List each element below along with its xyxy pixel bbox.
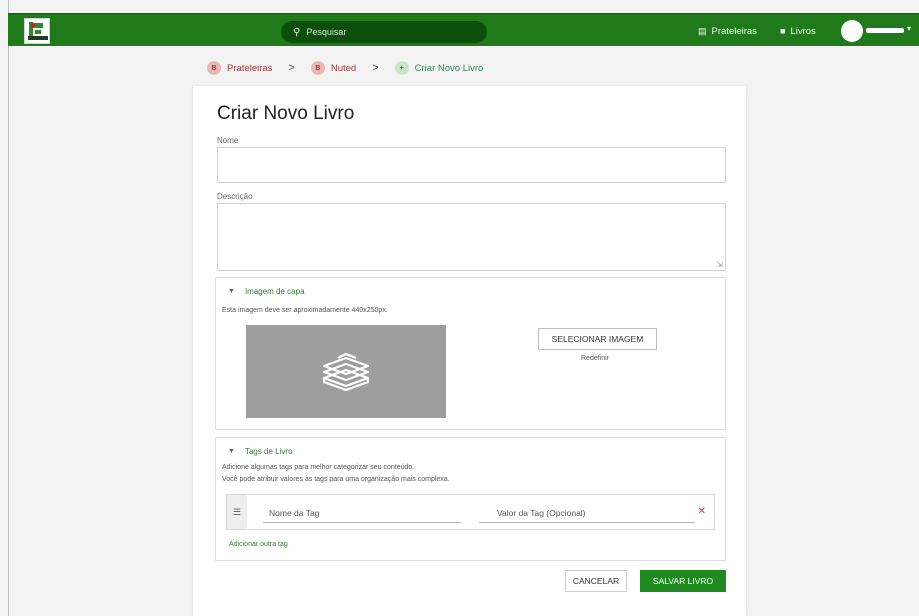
search-icon: ⚲ — [293, 26, 301, 38]
book-tags-toggle[interactable]: ▼ Tags de Livro — [228, 447, 293, 456]
search-input[interactable] — [306, 27, 477, 37]
top-header: ⚲ ▤ Prateleiras ■ Livros ▾ — [8, 13, 919, 46]
breadcrumb: B Prateleiras > B Nuted > + Criar Novo L… — [207, 58, 483, 78]
cover-image-toggle[interactable]: ▼ Imagem de capa — [228, 287, 305, 296]
shelves-badge-icon: B — [207, 61, 221, 75]
nav-books-label: Livros — [790, 25, 816, 37]
add-another-tag-link[interactable]: Adicionar outra tag — [229, 541, 288, 548]
resize-handle-icon[interactable]: ⇲ — [716, 260, 723, 269]
breadcrumb-shelves-label: Prateleiras — [227, 62, 273, 74]
user-avatar[interactable] — [841, 20, 863, 42]
nav-shelves-label: Prateleiras — [711, 25, 757, 37]
add-badge-icon: + — [394, 61, 409, 75]
breadcrumb-nuted-label: Nuted — [330, 62, 357, 74]
page-title: Criar Novo Livro — [217, 103, 355, 124]
search-bar[interactable]: ⚲ — [281, 21, 487, 43]
breadcrumb-separator: > — [288, 62, 295, 74]
user-name-redacted[interactable] — [866, 28, 904, 33]
name-field[interactable] — [217, 147, 726, 183]
shelves-icon: ▤ — [698, 25, 707, 36]
reset-image-link[interactable]: Redefinir — [581, 355, 609, 362]
cover-image-section: ▼ Imagem de capa Esta imagem deve ser ap… — [215, 277, 726, 430]
book-tags-heading: Tags de Livro — [244, 447, 293, 456]
cover-image-preview — [246, 325, 446, 418]
cover-image-hint: Esta imagem deve ser aproximadamente 440… — [222, 307, 388, 314]
breadcrumb-separator: > — [372, 62, 379, 74]
nav-books-link[interactable]: ■ Livros — [780, 23, 816, 39]
institution-logo[interactable] — [24, 18, 50, 44]
breadcrumb-create-book-label: Criar Novo Livro — [414, 62, 484, 74]
breadcrumb-shelves[interactable]: B Prateleiras — [207, 61, 272, 75]
name-label: Nome — [217, 136, 239, 145]
save-book-button[interactable]: SALVAR LIVRO — [640, 570, 726, 592]
shelf-badge-icon: B — [310, 61, 325, 75]
breadcrumb-nuted[interactable]: B Nuted — [310, 61, 357, 75]
tag-value-input[interactable] — [479, 503, 695, 523]
create-book-card: Criar Novo Livro Nome Descrição ⇲ ▼ Imag… — [193, 86, 746, 616]
tags-hint-line-2: Você pode atribuir valores às tags para … — [222, 476, 450, 483]
book-stack-icon — [322, 352, 370, 391]
breadcrumb-create-book: + Criar Novo Livro — [394, 61, 484, 75]
collapse-caret-icon: ▼ — [228, 288, 235, 295]
description-field[interactable]: ⇲ — [217, 203, 726, 271]
book-tags-section: ▼ Tags de Livro Adicione algumas tags pa… — [215, 437, 726, 561]
select-image-button[interactable]: SELECIONAR IMAGEM — [538, 328, 657, 350]
books-icon: ■ — [780, 26, 786, 36]
description-label: Descrição — [217, 192, 253, 201]
user-menu-chevron-icon[interactable]: ▾ — [907, 24, 911, 33]
cancel-button[interactable]: CANCELAR — [565, 570, 627, 592]
tags-hint-line-1: Adicione algumas tags para melhor catego… — [222, 464, 415, 471]
cover-image-heading: Imagem de capa — [244, 287, 305, 296]
tag-row: ☰ ✕ — [226, 494, 715, 530]
remove-tag-close-icon[interactable]: ✕ — [698, 506, 706, 517]
collapse-caret-icon: ▼ — [228, 448, 235, 455]
nav-shelves-link[interactable]: ▤ Prateleiras — [698, 23, 757, 39]
tag-name-input[interactable] — [263, 503, 461, 523]
drag-handle-icon[interactable]: ☰ — [227, 495, 247, 529]
